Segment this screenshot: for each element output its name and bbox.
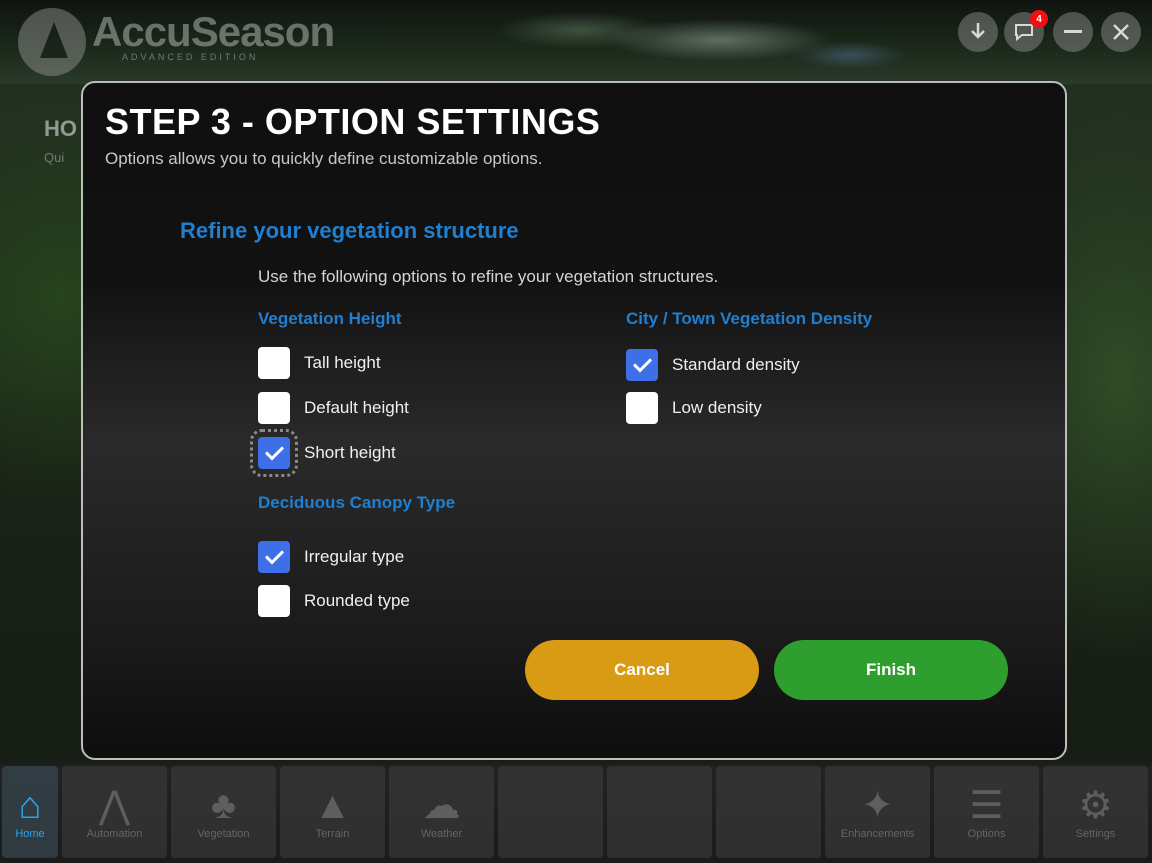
option-rounded-type[interactable]: Rounded type: [258, 585, 410, 617]
option-settings-dialog: STEP 3 - OPTION SETTINGS Options allows …: [81, 81, 1067, 760]
nav-label: Home: [15, 828, 45, 840]
close-icon[interactable]: [1101, 12, 1141, 52]
option-label: Default height: [304, 398, 409, 417]
dialog-title: STEP 3 - OPTION SETTINGS: [105, 101, 601, 142]
nav-label: Settings: [1075, 828, 1116, 840]
option-label: Tall height: [304, 353, 381, 372]
sliders-icon: ☰: [969, 785, 1004, 827]
option-low-density[interactable]: Low density: [626, 392, 762, 424]
nav-label: Vegetation: [197, 828, 250, 840]
nav-settings[interactable]: ⚙ Settings: [1043, 766, 1148, 858]
group-title-density: City / Town Vegetation Density: [626, 309, 873, 328]
option-label: Short height: [304, 443, 396, 462]
nav-home[interactable]: ⌂ Home: [2, 766, 58, 858]
nav-options[interactable]: ☰ Options: [934, 766, 1039, 858]
cancel-button[interactable]: Cancel: [525, 640, 759, 700]
mountain-icon: ▲: [313, 785, 352, 827]
app-logo: AccuSeason ADVANCED EDITION: [18, 8, 335, 76]
logo-name: AccuSeason: [92, 8, 335, 55]
nav-enhancements[interactable]: ✦ Enhancements: [825, 766, 930, 858]
default-height-checkbox[interactable]: [258, 392, 290, 424]
bottom-nav: ⌂ Home ⋀ Automation ♣ Vegetation ▲ Terra…: [0, 766, 1152, 863]
nav-label: Terrain: [315, 828, 350, 840]
nav-label: Weather: [420, 828, 463, 840]
automation-icon: ⋀: [98, 785, 131, 827]
option-short-height[interactable]: Short height: [250, 429, 396, 477]
finish-button[interactable]: Finish: [774, 640, 1008, 700]
option-default-height[interactable]: Default height: [258, 392, 409, 424]
nav-automation[interactable]: ⋀ Automation: [62, 766, 167, 858]
option-label: Rounded type: [304, 591, 410, 610]
option-label: Standard density: [672, 355, 800, 374]
option-tall-height[interactable]: Tall height: [258, 347, 381, 379]
option-label: Low density: [672, 398, 762, 417]
background-page-title: HO: [44, 116, 77, 141]
nav-label: Options: [967, 828, 1006, 840]
header-scenery: [380, 0, 940, 84]
nav-empty: [716, 766, 821, 858]
standard-density-checkbox[interactable]: [626, 349, 658, 381]
irregular-type-checkbox[interactable]: [258, 541, 290, 573]
tree-icon: ♣: [211, 785, 236, 827]
rounded-type-checkbox[interactable]: [258, 585, 290, 617]
dialog-subtitle: Options allows you to quickly define cus…: [105, 149, 543, 168]
low-density-checkbox[interactable]: [626, 392, 658, 424]
download-icon[interactable]: [958, 12, 998, 52]
logo-mark-icon: [18, 8, 86, 76]
home-icon: ⌂: [18, 785, 42, 827]
nav-terrain[interactable]: ▲ Terrain: [280, 766, 385, 858]
nav-weather[interactable]: ☁ Weather: [389, 766, 494, 858]
nav-label: Automation: [86, 828, 143, 840]
group-title-height: Vegetation Height: [258, 309, 402, 328]
gear-icon: ⚙: [1078, 785, 1113, 827]
option-irregular-type[interactable]: Irregular type: [258, 541, 404, 573]
section-title: Refine your vegetation structure: [180, 218, 519, 243]
nav-empty: [607, 766, 712, 858]
option-standard-density[interactable]: Standard density: [626, 349, 800, 381]
top-bar: AccuSeason ADVANCED EDITION 4: [0, 0, 1152, 84]
magic-wand-icon: ✦: [861, 785, 894, 827]
minimize-icon[interactable]: [1053, 12, 1093, 52]
section-description: Use the following options to refine your…: [258, 267, 719, 286]
background-page-subtitle: Qui: [44, 150, 65, 165]
weather-icon: ☁: [422, 785, 461, 827]
nav-vegetation[interactable]: ♣ Vegetation: [171, 766, 276, 858]
short-height-checkbox[interactable]: [250, 429, 298, 477]
nav-empty: [498, 766, 603, 858]
option-label: Irregular type: [304, 547, 405, 566]
notification-badge: 4: [1030, 10, 1048, 28]
chat-icon[interactable]: 4: [1004, 10, 1048, 52]
tall-height-checkbox[interactable]: [258, 347, 290, 379]
nav-label: Enhancements: [840, 828, 915, 840]
group-title-canopy: Deciduous Canopy Type: [258, 493, 456, 512]
